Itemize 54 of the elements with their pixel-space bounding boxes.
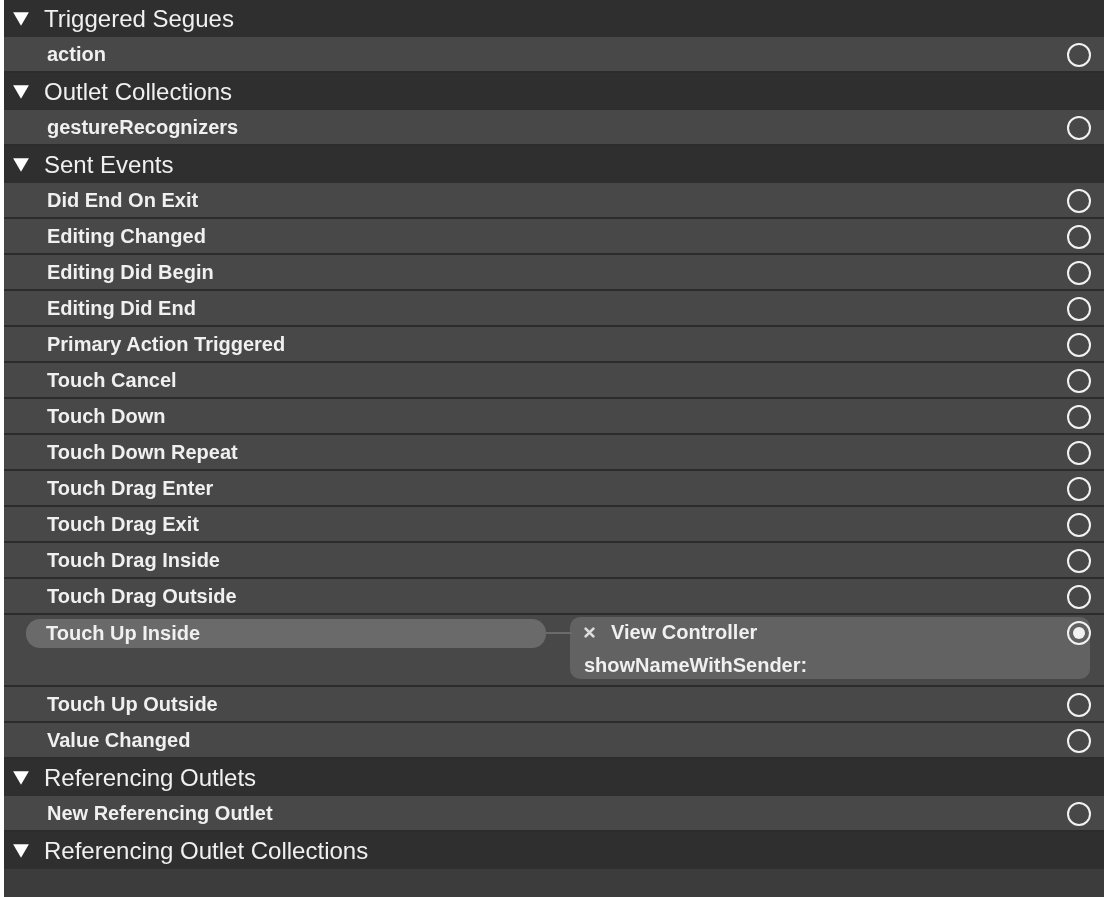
- disclosure-triangle-icon[interactable]: [12, 9, 30, 28]
- event-label: Touch Down Repeat: [47, 440, 238, 464]
- event-label: Value Changed: [47, 728, 191, 752]
- event-label: gestureRecognizers: [47, 115, 239, 139]
- connection-target: View Controller: [611, 621, 758, 644]
- event-label: Editing Did Begin: [47, 260, 214, 284]
- event-label: Touch Down: [47, 404, 166, 428]
- disclosure-triangle-icon[interactable]: [12, 841, 30, 860]
- connected-circle-icon[interactable]: [1066, 620, 1092, 646]
- connection-circle-icon[interactable]: [1066, 188, 1092, 214]
- section-header[interactable]: Outlet Collections: [4, 73, 1104, 110]
- connection-circle-icon[interactable]: [1066, 512, 1092, 538]
- section-title: Triggered Segues: [44, 4, 234, 33]
- event-label: Touch Up Outside: [47, 692, 218, 716]
- connection-circle-icon[interactable]: [1066, 42, 1092, 68]
- event-label: Editing Did End: [47, 296, 196, 320]
- connection-circle-icon[interactable]: [1066, 115, 1092, 141]
- section-title: Referencing Outlets: [44, 763, 257, 792]
- event-label: Touch Drag Inside: [47, 548, 220, 572]
- section-title: Referencing Outlet Collections: [44, 836, 369, 865]
- section-title: Outlet Collections: [44, 77, 233, 106]
- connection-circle-icon[interactable]: [1066, 296, 1092, 322]
- event-label: Did End On Exit: [47, 188, 199, 212]
- connection-circle-icon[interactable]: [1066, 801, 1092, 827]
- section-header[interactable]: Referencing Outlets: [4, 759, 1104, 796]
- connection-circle-icon[interactable]: [1066, 404, 1092, 430]
- connection-circle-icon[interactable]: [1066, 224, 1092, 250]
- connection-circle-icon[interactable]: [1066, 548, 1092, 574]
- remove-icon[interactable]: [584, 627, 595, 638]
- event-label: Touch Drag Enter: [47, 476, 214, 500]
- connection-circle-icon[interactable]: [1066, 692, 1092, 718]
- event-label: Primary Action Triggered: [47, 332, 286, 356]
- disclosure-triangle-icon[interactable]: [12, 82, 30, 101]
- event-label: Editing Changed: [47, 224, 206, 248]
- section-header[interactable]: Sent Events: [4, 146, 1104, 183]
- connection-circle-icon[interactable]: [1066, 584, 1092, 610]
- event-label[interactable]: Touch Up Inside: [26, 619, 546, 648]
- connection-circle-icon[interactable]: [1066, 440, 1092, 466]
- connection-circle-icon[interactable]: [1066, 368, 1092, 394]
- event-label: Touch Cancel: [47, 368, 177, 392]
- connection-circle-icon[interactable]: [1066, 332, 1092, 358]
- event-label: action: [47, 42, 106, 66]
- section-title: Sent Events: [44, 150, 174, 179]
- connection-action: showNameWithSender:: [584, 654, 809, 677]
- section-header[interactable]: Triggered Segues: [4, 0, 1104, 37]
- section-header[interactable]: Referencing Outlet Collections: [4, 832, 1104, 869]
- connection-circle-icon[interactable]: [1066, 728, 1092, 754]
- disclosure-triangle-icon[interactable]: [12, 155, 30, 174]
- event-label: New Referencing Outlet: [47, 801, 273, 825]
- disclosure-triangle-icon[interactable]: [12, 768, 30, 787]
- event-label: Touch Drag Exit: [47, 512, 199, 536]
- connection-circle-icon[interactable]: [1066, 260, 1092, 286]
- connection-circle-icon[interactable]: [1066, 476, 1092, 502]
- event-label: Touch Drag Outside: [47, 584, 237, 608]
